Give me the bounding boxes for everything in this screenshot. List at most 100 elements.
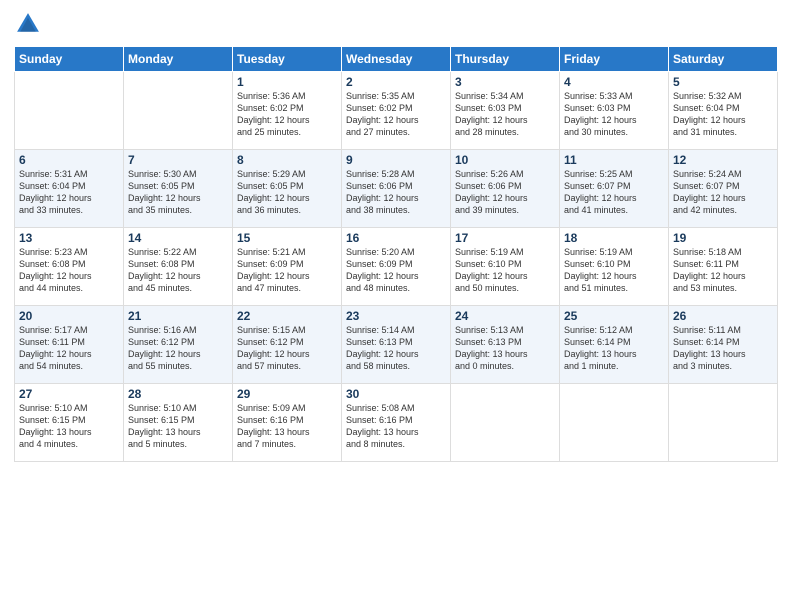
day-detail: Sunrise: 5:08 AM Sunset: 6:16 PM Dayligh… (346, 402, 446, 451)
weekday-tuesday: Tuesday (233, 47, 342, 72)
day-number: 4 (564, 75, 664, 89)
calendar-table: SundayMondayTuesdayWednesdayThursdayFrid… (14, 46, 778, 462)
calendar-cell (560, 384, 669, 462)
day-number: 9 (346, 153, 446, 167)
day-number: 3 (455, 75, 555, 89)
day-detail: Sunrise: 5:19 AM Sunset: 6:10 PM Dayligh… (455, 246, 555, 295)
week-row-2: 6Sunrise: 5:31 AM Sunset: 6:04 PM Daylig… (15, 150, 778, 228)
day-detail: Sunrise: 5:10 AM Sunset: 6:15 PM Dayligh… (128, 402, 228, 451)
day-number: 29 (237, 387, 337, 401)
calendar-cell: 11Sunrise: 5:25 AM Sunset: 6:07 PM Dayli… (560, 150, 669, 228)
header (14, 10, 778, 38)
day-number: 14 (128, 231, 228, 245)
calendar-cell: 17Sunrise: 5:19 AM Sunset: 6:10 PM Dayli… (451, 228, 560, 306)
calendar-cell (451, 384, 560, 462)
calendar-cell (669, 384, 778, 462)
day-number: 8 (237, 153, 337, 167)
calendar-cell: 14Sunrise: 5:22 AM Sunset: 6:08 PM Dayli… (124, 228, 233, 306)
day-detail: Sunrise: 5:09 AM Sunset: 6:16 PM Dayligh… (237, 402, 337, 451)
calendar-cell: 30Sunrise: 5:08 AM Sunset: 6:16 PM Dayli… (342, 384, 451, 462)
day-detail: Sunrise: 5:13 AM Sunset: 6:13 PM Dayligh… (455, 324, 555, 373)
logo (14, 10, 46, 38)
day-number: 23 (346, 309, 446, 323)
calendar-cell: 7Sunrise: 5:30 AM Sunset: 6:05 PM Daylig… (124, 150, 233, 228)
day-number: 24 (455, 309, 555, 323)
calendar-cell: 21Sunrise: 5:16 AM Sunset: 6:12 PM Dayli… (124, 306, 233, 384)
day-detail: Sunrise: 5:34 AM Sunset: 6:03 PM Dayligh… (455, 90, 555, 139)
day-detail: Sunrise: 5:11 AM Sunset: 6:14 PM Dayligh… (673, 324, 773, 373)
day-detail: Sunrise: 5:15 AM Sunset: 6:12 PM Dayligh… (237, 324, 337, 373)
week-row-4: 20Sunrise: 5:17 AM Sunset: 6:11 PM Dayli… (15, 306, 778, 384)
weekday-thursday: Thursday (451, 47, 560, 72)
day-detail: Sunrise: 5:10 AM Sunset: 6:15 PM Dayligh… (19, 402, 119, 451)
day-detail: Sunrise: 5:23 AM Sunset: 6:08 PM Dayligh… (19, 246, 119, 295)
calendar-cell (124, 72, 233, 150)
calendar-cell: 15Sunrise: 5:21 AM Sunset: 6:09 PM Dayli… (233, 228, 342, 306)
day-number: 1 (237, 75, 337, 89)
calendar-cell: 25Sunrise: 5:12 AM Sunset: 6:14 PM Dayli… (560, 306, 669, 384)
calendar-body: 1Sunrise: 5:36 AM Sunset: 6:02 PM Daylig… (15, 72, 778, 462)
page: SundayMondayTuesdayWednesdayThursdayFrid… (0, 0, 792, 612)
day-detail: Sunrise: 5:25 AM Sunset: 6:07 PM Dayligh… (564, 168, 664, 217)
day-number: 12 (673, 153, 773, 167)
day-number: 15 (237, 231, 337, 245)
calendar-cell: 12Sunrise: 5:24 AM Sunset: 6:07 PM Dayli… (669, 150, 778, 228)
calendar-cell: 10Sunrise: 5:26 AM Sunset: 6:06 PM Dayli… (451, 150, 560, 228)
calendar-cell: 24Sunrise: 5:13 AM Sunset: 6:13 PM Dayli… (451, 306, 560, 384)
day-number: 11 (564, 153, 664, 167)
calendar-cell (15, 72, 124, 150)
weekday-sunday: Sunday (15, 47, 124, 72)
calendar-cell: 19Sunrise: 5:18 AM Sunset: 6:11 PM Dayli… (669, 228, 778, 306)
weekday-monday: Monday (124, 47, 233, 72)
day-detail: Sunrise: 5:32 AM Sunset: 6:04 PM Dayligh… (673, 90, 773, 139)
calendar-cell: 8Sunrise: 5:29 AM Sunset: 6:05 PM Daylig… (233, 150, 342, 228)
day-detail: Sunrise: 5:30 AM Sunset: 6:05 PM Dayligh… (128, 168, 228, 217)
day-number: 25 (564, 309, 664, 323)
day-detail: Sunrise: 5:28 AM Sunset: 6:06 PM Dayligh… (346, 168, 446, 217)
logo-icon (14, 10, 42, 38)
weekday-friday: Friday (560, 47, 669, 72)
calendar-cell: 9Sunrise: 5:28 AM Sunset: 6:06 PM Daylig… (342, 150, 451, 228)
calendar-cell: 16Sunrise: 5:20 AM Sunset: 6:09 PM Dayli… (342, 228, 451, 306)
day-number: 16 (346, 231, 446, 245)
day-detail: Sunrise: 5:20 AM Sunset: 6:09 PM Dayligh… (346, 246, 446, 295)
day-number: 2 (346, 75, 446, 89)
calendar-cell: 20Sunrise: 5:17 AM Sunset: 6:11 PM Dayli… (15, 306, 124, 384)
weekday-header-row: SundayMondayTuesdayWednesdayThursdayFrid… (15, 47, 778, 72)
day-number: 30 (346, 387, 446, 401)
day-detail: Sunrise: 5:31 AM Sunset: 6:04 PM Dayligh… (19, 168, 119, 217)
day-detail: Sunrise: 5:36 AM Sunset: 6:02 PM Dayligh… (237, 90, 337, 139)
day-detail: Sunrise: 5:14 AM Sunset: 6:13 PM Dayligh… (346, 324, 446, 373)
day-number: 10 (455, 153, 555, 167)
day-number: 6 (19, 153, 119, 167)
day-detail: Sunrise: 5:33 AM Sunset: 6:03 PM Dayligh… (564, 90, 664, 139)
day-number: 26 (673, 309, 773, 323)
week-row-5: 27Sunrise: 5:10 AM Sunset: 6:15 PM Dayli… (15, 384, 778, 462)
day-detail: Sunrise: 5:35 AM Sunset: 6:02 PM Dayligh… (346, 90, 446, 139)
calendar-cell: 26Sunrise: 5:11 AM Sunset: 6:14 PM Dayli… (669, 306, 778, 384)
day-number: 22 (237, 309, 337, 323)
day-detail: Sunrise: 5:21 AM Sunset: 6:09 PM Dayligh… (237, 246, 337, 295)
calendar-cell: 18Sunrise: 5:19 AM Sunset: 6:10 PM Dayli… (560, 228, 669, 306)
calendar-cell: 2Sunrise: 5:35 AM Sunset: 6:02 PM Daylig… (342, 72, 451, 150)
calendar-cell: 13Sunrise: 5:23 AM Sunset: 6:08 PM Dayli… (15, 228, 124, 306)
week-row-1: 1Sunrise: 5:36 AM Sunset: 6:02 PM Daylig… (15, 72, 778, 150)
day-number: 18 (564, 231, 664, 245)
day-detail: Sunrise: 5:12 AM Sunset: 6:14 PM Dayligh… (564, 324, 664, 373)
day-number: 27 (19, 387, 119, 401)
day-number: 20 (19, 309, 119, 323)
calendar-header: SundayMondayTuesdayWednesdayThursdayFrid… (15, 47, 778, 72)
day-number: 7 (128, 153, 228, 167)
day-detail: Sunrise: 5:19 AM Sunset: 6:10 PM Dayligh… (564, 246, 664, 295)
weekday-wednesday: Wednesday (342, 47, 451, 72)
day-number: 28 (128, 387, 228, 401)
day-number: 21 (128, 309, 228, 323)
day-number: 19 (673, 231, 773, 245)
calendar-cell: 29Sunrise: 5:09 AM Sunset: 6:16 PM Dayli… (233, 384, 342, 462)
day-detail: Sunrise: 5:24 AM Sunset: 6:07 PM Dayligh… (673, 168, 773, 217)
calendar-cell: 3Sunrise: 5:34 AM Sunset: 6:03 PM Daylig… (451, 72, 560, 150)
day-number: 17 (455, 231, 555, 245)
day-detail: Sunrise: 5:18 AM Sunset: 6:11 PM Dayligh… (673, 246, 773, 295)
calendar-cell: 22Sunrise: 5:15 AM Sunset: 6:12 PM Dayli… (233, 306, 342, 384)
calendar-cell: 6Sunrise: 5:31 AM Sunset: 6:04 PM Daylig… (15, 150, 124, 228)
